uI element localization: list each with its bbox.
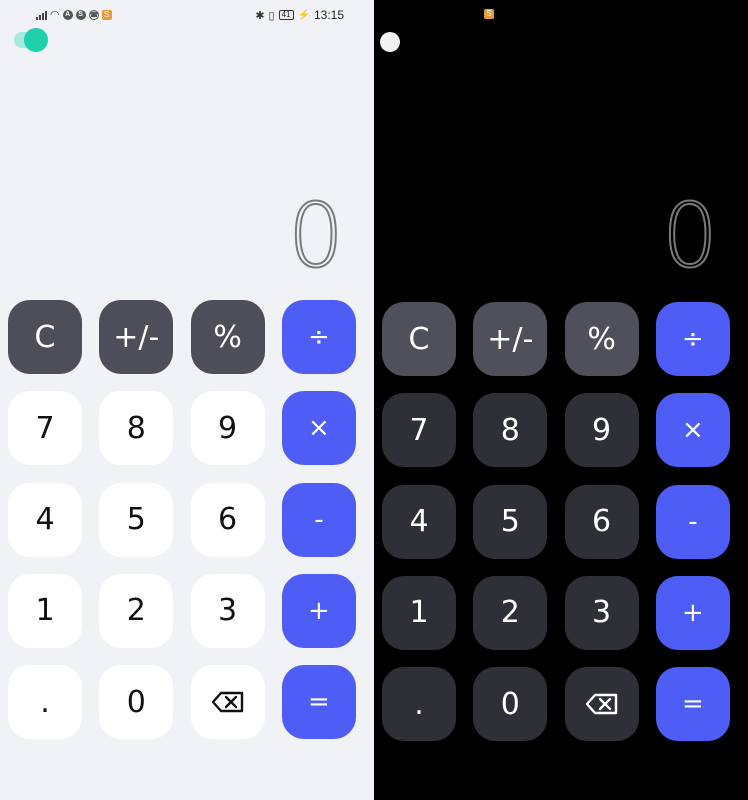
digit-0-button[interactable]: 0 xyxy=(99,665,174,740)
digit-0-button[interactable]: 0 xyxy=(473,667,548,742)
status-time: 13:15 xyxy=(313,8,344,22)
vibrate-icon: ▯ xyxy=(268,9,275,22)
app-icon: S xyxy=(484,9,494,19)
minus-button[interactable]: - xyxy=(655,484,730,559)
wifi-icon: ◠ xyxy=(50,9,60,21)
digit-7-button[interactable]: 7 xyxy=(8,391,82,466)
battery-level: 41 xyxy=(278,10,294,20)
keypad: C +/- % ÷ 7 8 9 × 4 5 6 - 1 2 3 + . 0 = xyxy=(382,302,730,742)
digit-8-button[interactable]: 8 xyxy=(99,391,174,466)
clear-button[interactable]: C xyxy=(382,302,456,376)
digit-3-button[interactable]: 3 xyxy=(564,575,639,650)
theme-toggle[interactable] xyxy=(380,32,400,52)
result-display: 0 xyxy=(287,184,345,287)
decimal-button[interactable]: . xyxy=(382,667,456,742)
minus-button[interactable]: - xyxy=(281,482,356,557)
digit-9-button[interactable]: 9 xyxy=(190,391,265,466)
digit-9-button[interactable]: 9 xyxy=(564,393,639,468)
notification-icon-a: A xyxy=(62,9,73,20)
plus-button[interactable]: + xyxy=(281,573,356,648)
digit-2-button[interactable]: 2 xyxy=(473,575,548,650)
charging-icon: ⚡ xyxy=(297,9,310,21)
percent-button[interactable]: % xyxy=(190,300,265,374)
digit-8-button[interactable]: 8 xyxy=(473,393,548,468)
divide-button[interactable]: ÷ xyxy=(655,302,730,376)
digit-5-button[interactable]: 5 xyxy=(99,482,174,557)
divide-button[interactable]: ÷ xyxy=(281,300,356,374)
plus-button[interactable]: + xyxy=(655,575,730,650)
digit-6-button[interactable]: 6 xyxy=(564,484,639,559)
digit-5-button[interactable]: 5 xyxy=(473,484,548,559)
digit-7-button[interactable]: 7 xyxy=(382,393,456,468)
backspace-button[interactable] xyxy=(190,665,265,740)
status-icons-left: ◠ A S ☎ S xyxy=(36,8,112,21)
signal-icon xyxy=(36,10,47,20)
equals-button[interactable]: = xyxy=(655,667,730,742)
digit-1-button[interactable]: 1 xyxy=(382,575,456,650)
digit-2-button[interactable]: 2 xyxy=(99,573,174,648)
whatsapp-icon: ☎ xyxy=(88,9,99,20)
equals-button[interactable]: = xyxy=(281,665,356,740)
toggle-icon xyxy=(24,28,48,52)
dark-theme-panel: S 0 C +/- % ÷ 7 8 9 × 4 5 6 - 1 2 3 + . … xyxy=(374,0,748,800)
notification-icon-s: S xyxy=(75,9,86,20)
status-icons-right: ✱ ▯ 41 ⚡ 13:15 xyxy=(255,8,344,22)
light-theme-panel: ◠ A S ☎ S ✱ ▯ 41 ⚡ 13:15 0 C +/- % ÷ 7 8… xyxy=(0,0,374,800)
result-display: 0 xyxy=(661,184,719,287)
status-bar: ◠ A S ☎ S ✱ ▯ 41 ⚡ 13:15 xyxy=(0,0,374,28)
clear-button[interactable]: C xyxy=(8,300,82,374)
decimal-button[interactable]: . xyxy=(8,665,82,740)
percent-button[interactable]: % xyxy=(564,302,639,376)
digit-1-button[interactable]: 1 xyxy=(8,573,82,648)
sign-toggle-button[interactable]: +/- xyxy=(99,300,174,374)
backspace-button[interactable] xyxy=(564,667,639,742)
digit-4-button[interactable]: 4 xyxy=(8,482,82,557)
bluetooth-icon: ✱ xyxy=(255,9,265,22)
digit-3-button[interactable]: 3 xyxy=(190,573,265,648)
theme-toggle[interactable] xyxy=(14,28,48,52)
multiply-button[interactable]: × xyxy=(655,393,730,468)
backspace-icon xyxy=(585,693,617,715)
keypad: C +/- % ÷ 7 8 9 × 4 5 6 - 1 2 3 + . 0 = xyxy=(8,300,356,740)
digit-6-button[interactable]: 6 xyxy=(190,482,265,557)
app-icon: S xyxy=(101,9,112,20)
backspace-icon xyxy=(211,691,243,713)
digit-4-button[interactable]: 4 xyxy=(382,484,456,559)
sign-toggle-button[interactable]: +/- xyxy=(473,302,548,376)
multiply-button[interactable]: × xyxy=(281,391,356,466)
